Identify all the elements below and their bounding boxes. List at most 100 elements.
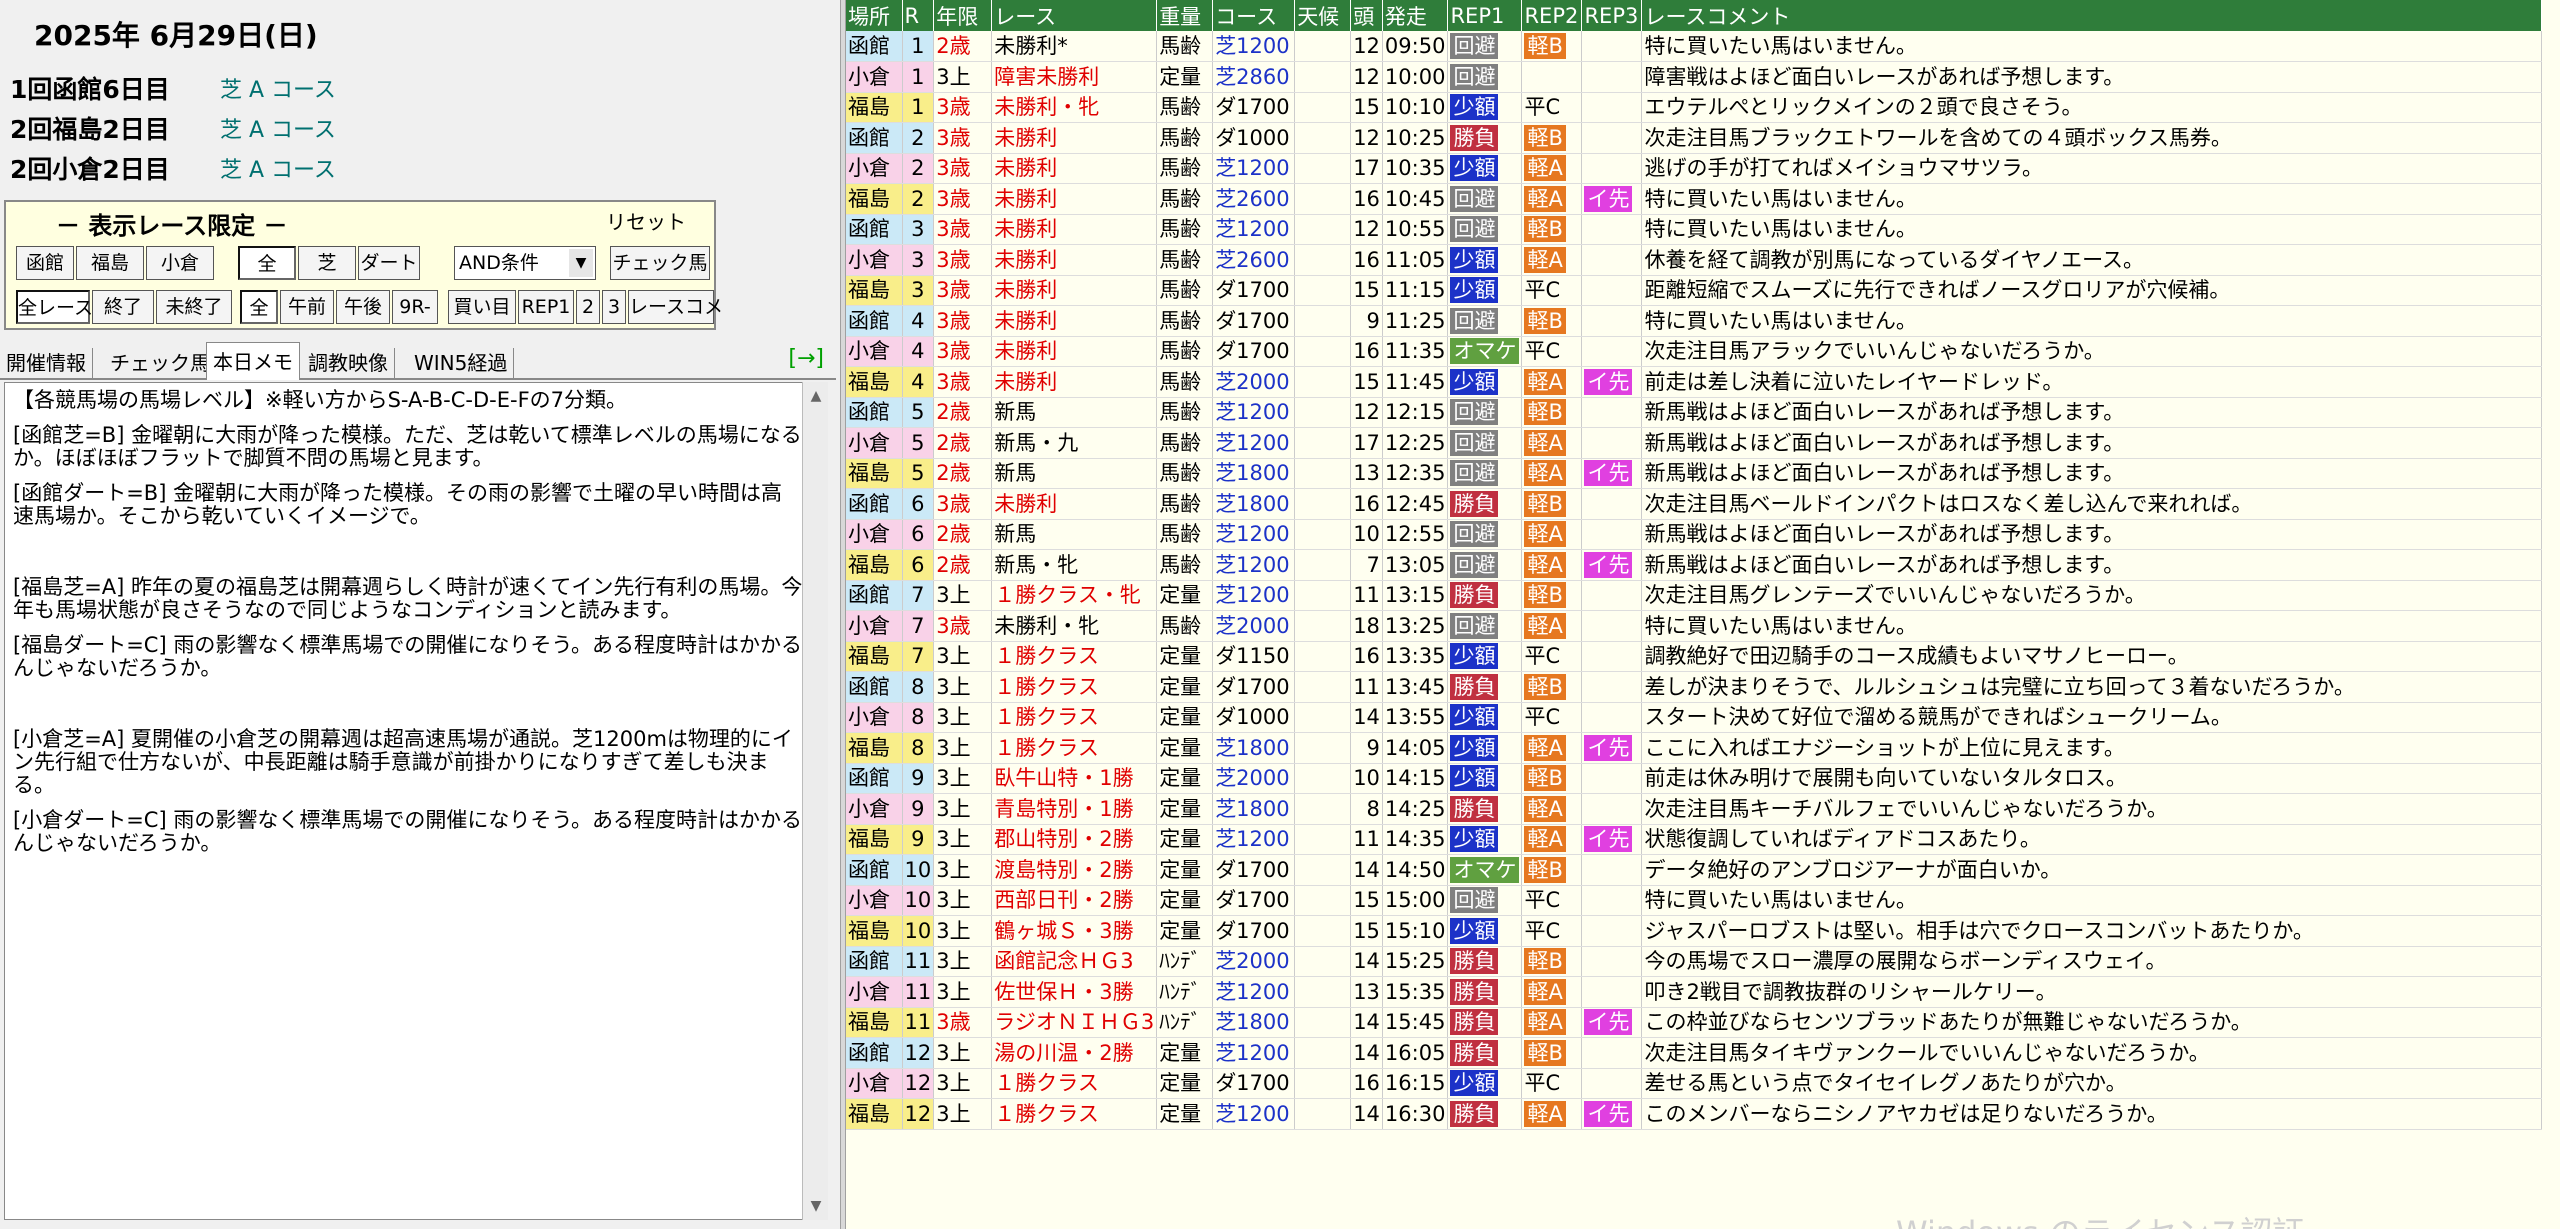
table-row[interactable]: 函館 1 2歳 未勝利* 馬齢 芝1200 12 09:50 回避 軽B 特に買いたい馬はいません。 bbox=[846, 31, 2543, 62]
table-row[interactable]: 函館 10 3上 渡島特別・2勝 定量 ダ1700 14 14:50 オマケ 軽B データ絶好のアン… bbox=[846, 854, 2543, 886]
filter-race-comment-button[interactable]: レースコメ bbox=[628, 290, 723, 324]
filter-rep2-button[interactable]: 2 bbox=[576, 290, 600, 324]
table-row[interactable]: 函館 6 3歳 未勝利 馬齢 芝1800 16 12:45 勝負 軽B 次走注目馬ベールドインパクト… bbox=[846, 488, 2543, 520]
column-header[interactable]: 頭 bbox=[1350, 0, 1383, 31]
cell-heads: 11 bbox=[1350, 671, 1383, 703]
column-header[interactable]: REP3 bbox=[1581, 0, 1643, 31]
filter-rep3-button[interactable]: 3 bbox=[602, 290, 626, 324]
check-horse-button[interactable]: チェック馬 bbox=[610, 246, 710, 280]
table-row[interactable]: 福島 12 3上 １勝クラス 定量 芝1200 14 16:30 勝負 軽A イ先 このメンバーならニ… bbox=[846, 1098, 2543, 1130]
filter-afternoon-button[interactable]: 午後 bbox=[336, 290, 390, 324]
table-row[interactable]: 福島 5 2歳 新馬 馬齢 芝1800 13 12:35 回避 軽A イ先 新馬戦はよほど面白いレース… bbox=[846, 458, 2543, 489]
filter-morning-button[interactable]: 午前 bbox=[280, 290, 334, 324]
table-row[interactable]: 福島 2 3歳 未勝利 馬齢 芝2600 16 10:45 回避 軽A イ先 特に買いたい馬はいません… bbox=[846, 183, 2543, 215]
scroll-down-icon[interactable]: ▼ bbox=[803, 1198, 829, 1214]
filter-hakodate-button[interactable]: 函館 bbox=[16, 246, 74, 280]
table-row[interactable]: 小倉 9 3上 青島特別・1勝 定量 芝1800 8 14:25 勝負 軽A 次走注目馬キーチバルフ… bbox=[846, 793, 2543, 825]
cell-time: 13:45 bbox=[1382, 671, 1449, 703]
table-row[interactable]: 福島 11 3歳 ラジオＮＩＨＧ3 ﾊﾝﾃﾞ 芝1800 14 15:45 勝負 軽A イ先 この枠並… bbox=[846, 1007, 2543, 1038]
column-header[interactable]: 年限 bbox=[933, 0, 993, 31]
table-row[interactable]: 小倉 5 2歳 新馬・九 馬齢 芝1200 17 12:25 回避 軽A 新馬戦はよほど面白いレース… bbox=[846, 427, 2543, 459]
cell-course: 芝2600 bbox=[1212, 183, 1296, 215]
column-header[interactable]: 場所 bbox=[846, 0, 903, 31]
table-row[interactable]: 函館 4 3歳 未勝利 馬齢 ダ1700 9 11:25 回避 軽B 特に買いたい馬はいません。 bbox=[846, 305, 2543, 337]
table-row[interactable]: 小倉 3 3歳 未勝利 馬齢 芝2600 16 11:05 少額 軽A 休養を経て調教が別馬になって… bbox=[846, 244, 2543, 276]
table-row[interactable]: 小倉 10 3上 西部日刊・2勝 定量 ダ1700 15 15:00 回避 平C 特に買いたい馬はい… bbox=[846, 885, 2543, 916]
chevron-down-icon[interactable]: ▼ bbox=[569, 249, 593, 277]
rep1-badge: 少額 bbox=[1450, 917, 1499, 944]
table-row[interactable]: 福島 7 3上 １勝クラス 定量 ダ1150 16 13:35 少額 平C 調教絶好で田辺騎手のコー… bbox=[846, 641, 2543, 672]
cell-rep3 bbox=[1581, 31, 1643, 62]
cell-course: 芝1200 bbox=[1212, 549, 1296, 581]
table-row[interactable]: 小倉 8 3上 １勝クラス 定量 ダ1000 14 13:55 少額 平C スタート決めて好位で溜め… bbox=[846, 702, 2543, 733]
table-row[interactable]: 函館 2 3歳 未勝利 馬齢 ダ1000 12 10:25 勝負 軽B 次走注目馬ブラックエトワール… bbox=[846, 122, 2543, 154]
table-row[interactable]: 小倉 6 2歳 新馬 馬齢 芝1200 10 12:55 回避 軽A 新馬戦はよほど面白いレースがあ… bbox=[846, 519, 2543, 550]
column-header[interactable]: REP1 bbox=[1447, 0, 1523, 31]
filter-unfinished-button[interactable]: 未終了 bbox=[156, 290, 232, 324]
cell-weight: 馬齢 bbox=[1156, 275, 1214, 306]
column-header[interactable]: R bbox=[902, 0, 935, 31]
column-header[interactable]: 重量 bbox=[1156, 0, 1214, 31]
condition-select[interactable]: AND条件 ▼ bbox=[454, 246, 596, 280]
tab-check-horse[interactable]: チェック馬 bbox=[104, 348, 217, 378]
rep1-badge: 勝負 bbox=[1450, 582, 1499, 609]
reset-button[interactable]: リセット bbox=[606, 206, 686, 235]
table-row[interactable]: 函館 12 3上 湯の川温・2勝 定量 芝1200 14 16:05 勝負 軽B 次走注目馬タイキヴ… bbox=[846, 1037, 2543, 1069]
column-header[interactable]: コース bbox=[1212, 0, 1296, 31]
table-row[interactable]: 函館 11 3上 函館記念ＨＧ3 ﾊﾝﾃﾞ 芝2000 14 15:25 勝負 軽B 今の馬場でスロ… bbox=[846, 946, 2543, 977]
table-row[interactable]: 小倉 1 3上 障害未勝利 定量 芝2860 12 10:00 回避 障害戦はよほど面白いレースが… bbox=[846, 61, 2543, 93]
filter-kokura-button[interactable]: 小倉 bbox=[146, 246, 214, 280]
column-header[interactable]: レース bbox=[991, 0, 1158, 31]
tab-today-memo[interactable]: 本日メモ bbox=[206, 342, 300, 380]
filter-all-surface-button[interactable]: 全 bbox=[238, 246, 296, 280]
filter-turf-button[interactable]: 芝 bbox=[298, 246, 356, 280]
column-header[interactable]: レースコメント bbox=[1641, 0, 2543, 31]
cell-race: １勝クラス bbox=[991, 671, 1158, 703]
memo-line: [小倉ダート=C] 雨の影響なく標準馬場での開催になりそう。ある程度時計はかかる… bbox=[13, 808, 803, 855]
cell-course: 芝2860 bbox=[1212, 61, 1296, 93]
table-row[interactable]: 福島 9 3上 郡山特別・2勝 定量 芝1200 11 14:35 少額 軽A イ先 状態復調していれ… bbox=[846, 824, 2543, 855]
cell-race: １勝クラス bbox=[991, 1068, 1158, 1099]
table-row[interactable]: 小倉 11 3上 佐世保Ｈ・3勝 ﾊﾝﾃﾞ 芝1200 13 15:35 勝負 軽A 叩き2戦目で調… bbox=[846, 976, 2543, 1008]
expand-arrow-icon[interactable]: [→] bbox=[788, 346, 824, 371]
cell-place: 小倉 bbox=[846, 153, 903, 184]
table-row[interactable]: 小倉 12 3上 １勝クラス 定量 ダ1700 16 16:15 少額 平C 差せる馬という点でタイ… bbox=[846, 1068, 2543, 1099]
cell-comment: 特に買いたい馬はいません。 bbox=[1641, 305, 2543, 337]
table-row[interactable]: 函館 8 3上 １勝クラス 定量 ダ1700 11 13:45 勝負 軽B 差しが決まりそうで、ルル… bbox=[846, 671, 2543, 703]
column-header[interactable]: 天候 bbox=[1294, 0, 1352, 31]
table-row[interactable]: 函館 9 3上 臥牛山特・1勝 定量 芝2000 10 14:15 少額 軽B 前走は休み明けで展開… bbox=[846, 763, 2543, 794]
filter-fukushima-button[interactable]: 福島 bbox=[76, 246, 144, 280]
filter-9r-button[interactable]: 9R- bbox=[392, 290, 438, 324]
tab-meeting-info[interactable]: 開催情報 bbox=[0, 348, 93, 378]
filter-rep1-button[interactable]: REP1 bbox=[518, 290, 574, 324]
memo-scrollbar[interactable]: ▲ ▼ bbox=[802, 382, 828, 1220]
cell-r: 6 bbox=[902, 549, 935, 581]
table-row[interactable]: 函館 5 2歳 新馬 馬齢 芝1200 12 12:15 回避 軽B 新馬戦はよほど面白いレースがあ… bbox=[846, 397, 2543, 428]
scroll-up-icon[interactable]: ▲ bbox=[803, 388, 829, 404]
table-row[interactable]: 福島 4 3歳 未勝利 馬齢 芝2000 15 11:45 少額 軽A イ先 前走は差し決着に泣いたレ… bbox=[846, 366, 2543, 398]
table-row[interactable]: 福島 3 3歳 未勝利 馬齢 ダ1700 15 11:15 少額 平C 距離短縮でスムーズに先行でき… bbox=[846, 275, 2543, 306]
filter-bets-button[interactable]: 買い目 bbox=[448, 290, 516, 324]
table-row[interactable]: 福島 8 3上 １勝クラス 定量 芝1800 9 14:05 少額 軽A イ先 ここに入ればエナジーシ… bbox=[846, 732, 2543, 764]
table-row[interactable]: 小倉 4 3歳 未勝利 馬齢 ダ1700 16 11:35 オマケ 平C 次走注目馬アラックでいいん… bbox=[846, 336, 2543, 367]
table-row[interactable]: 福島 1 3歳 未勝利・牝 馬齢 ダ1700 15 10:10 少額 平C エウテルぺとリックメイン… bbox=[846, 92, 2543, 123]
table-row[interactable]: 福島 10 3上 鶴ヶ城Ｓ・3勝 定量 ダ1700 15 15:10 少額 平C ジャスパーロブスト… bbox=[846, 915, 2543, 947]
today-memo-text[interactable]: 【各競馬場の馬場レベル】※軽い方からS-A-B-C-D-E-Fの7分類。 [函館… bbox=[4, 382, 814, 1220]
column-header[interactable]: 発走 bbox=[1382, 0, 1449, 31]
filter-all-time-button[interactable]: 全 bbox=[240, 290, 278, 324]
filter-dirt-button[interactable]: ダート bbox=[358, 246, 420, 280]
cell-rep1: 少額 bbox=[1447, 92, 1523, 123]
table-row[interactable]: 函館 3 3歳 未勝利 馬齢 芝1200 12 10:55 回避 軽B 特に買いたい馬はいません。 bbox=[846, 214, 2543, 245]
cell-rep1: 少額 bbox=[1447, 702, 1523, 733]
cell-weight: 定量 bbox=[1156, 915, 1214, 947]
column-header[interactable]: REP2 bbox=[1521, 0, 1583, 31]
table-row[interactable]: 函館 7 3上 １勝クラス・牝 定量 芝1200 11 13:15 勝負 軽B 次走注目馬グレンテー… bbox=[846, 580, 2543, 611]
table-row[interactable]: 小倉 7 3歳 未勝利・牝 馬齢 芝2000 18 13:25 回避 軽A 特に買いたい馬はいません… bbox=[846, 610, 2543, 642]
filter-finished-button[interactable]: 終了 bbox=[92, 290, 154, 324]
table-row[interactable]: 小倉 2 3歳 未勝利 馬齢 芝1200 17 10:35 少額 軽A 逃げの手が打てればメイショウ… bbox=[846, 153, 2543, 184]
cell-heads: 12 bbox=[1350, 397, 1383, 428]
tab-win5-progress[interactable]: WIN5経過 bbox=[408, 348, 515, 378]
filter-all-races-button[interactable]: 全レース bbox=[16, 290, 93, 324]
tab-training-video[interactable]: 調教映像 bbox=[302, 348, 395, 378]
table-row[interactable]: 福島 6 2歳 新馬・牝 馬齢 芝1200 7 13:05 回避 軽A イ先 新馬戦はよほど面白いレー… bbox=[846, 549, 2543, 581]
